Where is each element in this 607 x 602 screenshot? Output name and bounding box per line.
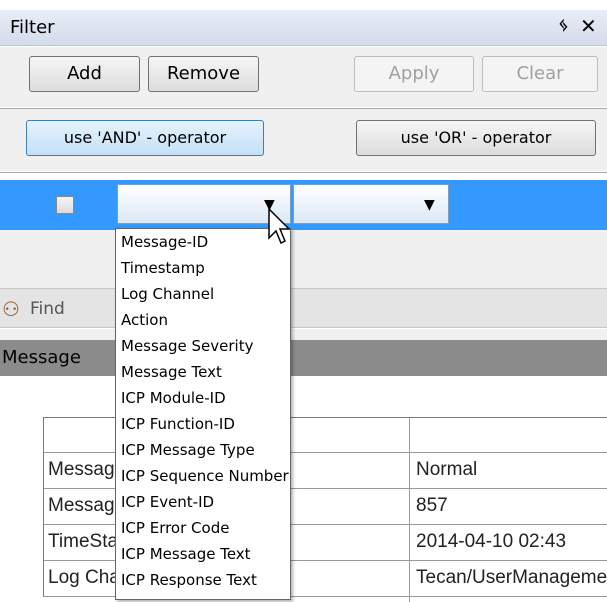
- binoculars-icon[interactable]: ⚇: [2, 297, 20, 321]
- message-section-header: Message: [0, 340, 607, 376]
- mouse-pointer-icon: [268, 208, 290, 245]
- panel-title: Filter: [10, 17, 55, 38]
- dropdown-item[interactable]: ICP Function-ID: [121, 415, 235, 433]
- or-operator-button[interactable]: use 'OR' - operator: [356, 120, 596, 156]
- chevron-down-icon: ▼: [424, 197, 435, 213]
- dropdown-item[interactable]: ICP Sequence Number: [121, 467, 289, 485]
- clear-button[interactable]: Clear: [482, 56, 598, 92]
- column-divider: [409, 418, 410, 602]
- dropdown-item[interactable]: ICP Event-ID: [121, 493, 214, 511]
- dropdown-item[interactable]: Message Severity: [121, 337, 253, 355]
- apply-button[interactable]: Apply: [354, 56, 474, 92]
- pin-icon[interactable]: ᛃ: [558, 15, 569, 36]
- add-button[interactable]: Add: [29, 56, 140, 92]
- row-value: Tecan/UserManagement: [416, 567, 607, 588]
- dropdown-item[interactable]: Log Channel: [121, 285, 214, 303]
- find-bar: ⚇ Find: [0, 288, 607, 328]
- field-combobox[interactable]: ▼: [117, 184, 291, 224]
- and-operator-button[interactable]: use 'AND' - operator: [26, 120, 264, 156]
- close-icon[interactable]: ✕: [580, 14, 597, 38]
- dropdown-item[interactable]: ICP Message Text: [121, 545, 251, 563]
- condition-combobox[interactable]: ▼: [293, 184, 449, 224]
- spacer: [0, 329, 607, 340]
- remove-button[interactable]: Remove: [148, 56, 259, 92]
- filter-row-checkbox[interactable]: [56, 196, 74, 214]
- dropdown-item[interactable]: ICP Error Code: [121, 519, 229, 537]
- dropdown-item[interactable]: Message Text: [121, 363, 222, 381]
- panel-titlebar: Filter ᛃ ✕: [0, 10, 607, 46]
- dropdown-item[interactable]: Message-ID: [121, 233, 208, 251]
- dropdown-item[interactable]: ICP Module-ID: [121, 389, 226, 407]
- divider: [0, 172, 607, 173]
- message-section-label: Message: [2, 347, 81, 368]
- row-value: 2014-04-10 02:43: [416, 531, 567, 552]
- dropdown-item[interactable]: Action: [121, 311, 168, 329]
- row-value: Normal: [416, 459, 478, 480]
- dropdown-item[interactable]: ICP Response Text: [121, 571, 257, 589]
- filter-row-spacer: [0, 230, 607, 288]
- dropdown-item[interactable]: Timestamp: [121, 259, 205, 277]
- field-dropdown-list[interactable]: Message-ID Timestamp Log Channel Action …: [115, 228, 291, 600]
- dropdown-item[interactable]: ICP Message Type: [121, 441, 255, 459]
- row-value: 857: [416, 495, 448, 516]
- find-label[interactable]: Find: [30, 299, 65, 319]
